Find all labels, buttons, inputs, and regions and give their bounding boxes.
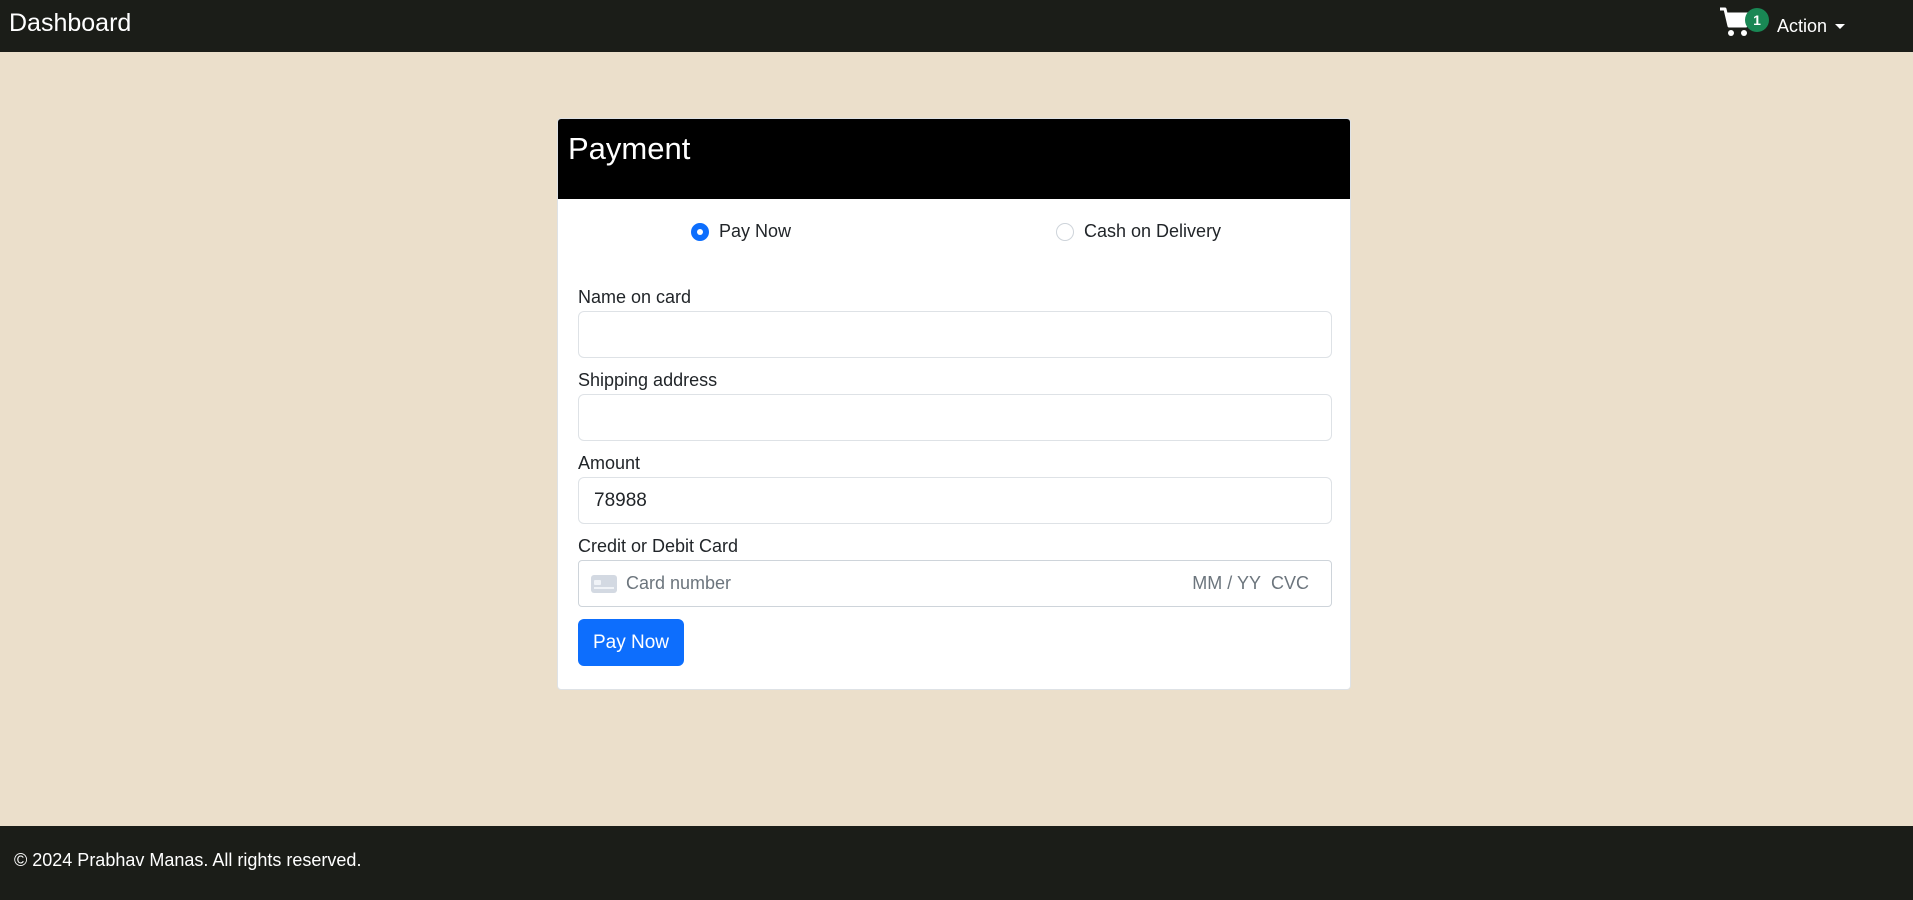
radio-pay-now[interactable]: Pay Now xyxy=(691,221,791,242)
shipping-address-label: Shipping address xyxy=(578,370,718,390)
radio-pay-now-label: Pay Now xyxy=(719,221,792,241)
copyright-text: © 2024 Prabhav Manas. All rights reserve… xyxy=(14,850,362,870)
amount-label: Amount xyxy=(578,453,641,473)
payment-title: Payment xyxy=(558,119,1350,199)
shipping-address-input[interactable] xyxy=(578,394,1332,441)
pay-now-button[interactable]: Pay Now xyxy=(578,619,685,666)
radio-cash-on-delivery-indicator[interactable] xyxy=(1056,222,1074,241)
cart-count-badge: 1 xyxy=(1744,8,1769,32)
card-expiry-input[interactable]: MM / YY xyxy=(1192,573,1261,594)
action-label: Action xyxy=(1776,15,1827,36)
radio-pay-now-indicator[interactable] xyxy=(691,222,709,241)
brand-link[interactable]: Dashboard xyxy=(9,9,131,38)
card-element[interactable]: Card number MM / YY CVC xyxy=(578,560,1332,607)
card-cvc-input[interactable]: CVC xyxy=(1271,573,1309,594)
payment-method-group: Pay Now Cash on Delivery xyxy=(558,199,1350,267)
credit-card-icon xyxy=(591,574,617,593)
payment-card: Payment Pay Now Cash on Delivery Name on… xyxy=(557,118,1351,690)
chevron-down-icon xyxy=(1835,23,1845,29)
footer: © 2024 Prabhav Manas. All rights reserve… xyxy=(0,826,1913,900)
radio-cash-on-delivery-label: Cash on Delivery xyxy=(1084,221,1222,241)
name-input[interactable] xyxy=(578,311,1332,358)
navbar-right: 1 Action xyxy=(1715,7,1845,44)
name-label: Name on card xyxy=(578,287,692,307)
radio-cash-on-delivery[interactable]: Cash on Delivery xyxy=(1056,221,1221,242)
amount-input[interactable]: 78988 xyxy=(578,477,1332,524)
payment-form: Name on card Shipping address Amount 789… xyxy=(558,267,1350,666)
card-label: Credit or Debit Card xyxy=(578,536,739,556)
action-dropdown[interactable]: Action xyxy=(1777,16,1845,37)
top-navbar: Dashboard 1 Action xyxy=(0,0,1913,52)
cart-button[interactable]: 1 xyxy=(1715,4,1769,44)
card-number-input[interactable]: Card number xyxy=(626,573,1192,594)
